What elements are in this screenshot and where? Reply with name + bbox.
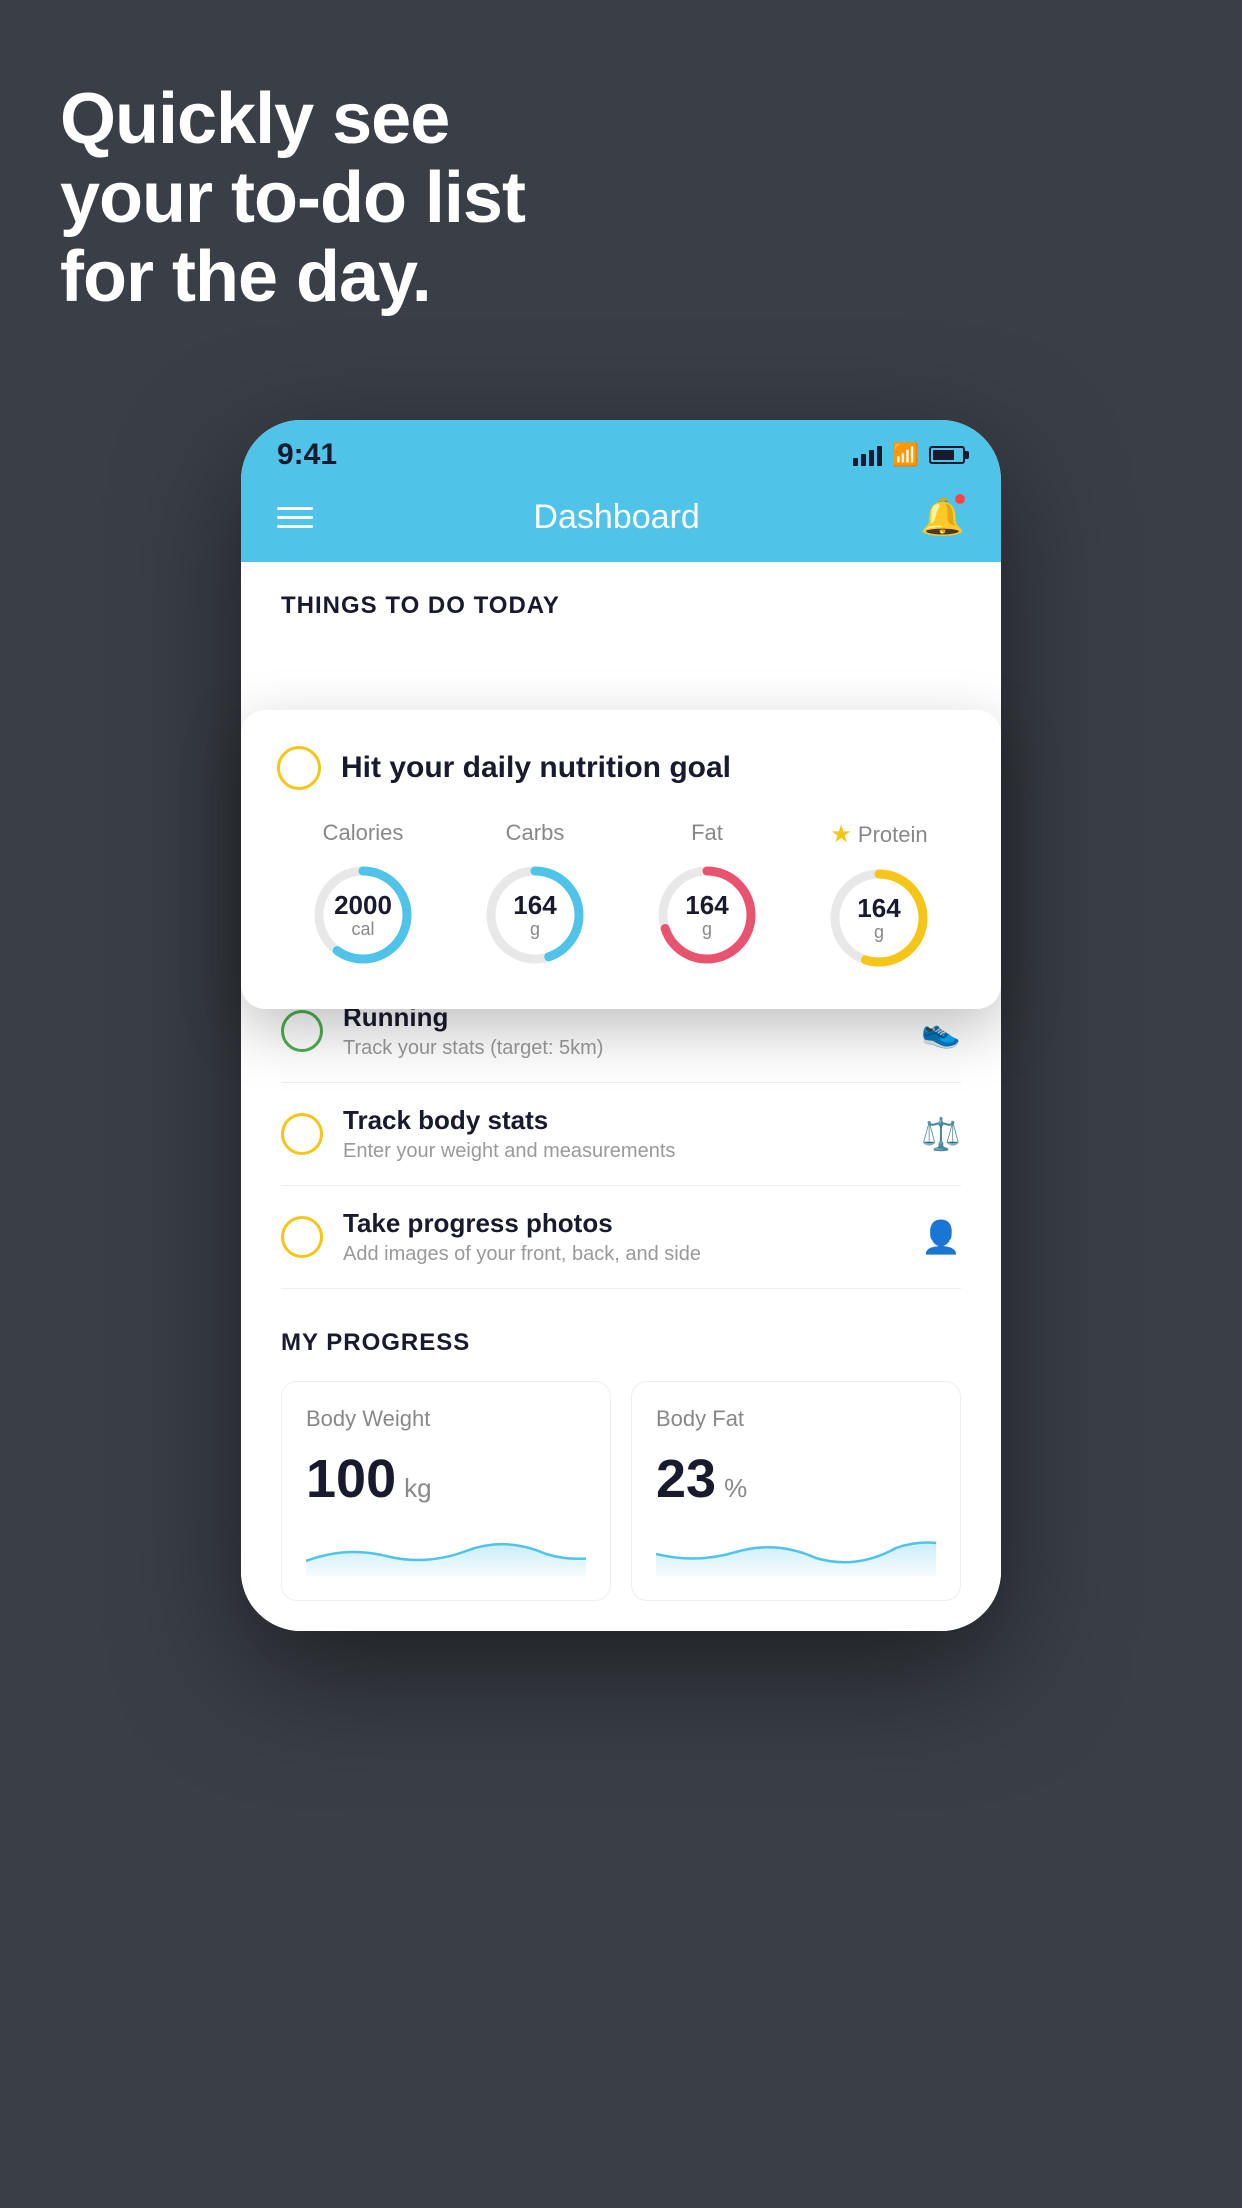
hero-text: Quickly see your to-do list for the day. <box>60 80 525 318</box>
fat-donut: 164 g <box>652 860 762 970</box>
hero-line3: for the day. <box>60 238 525 317</box>
body-weight-value-row: 100 kg <box>306 1448 586 1510</box>
protein-donut: 164 g <box>824 863 934 973</box>
todo-text-photos: Take progress photos Add images of your … <box>343 1208 901 1266</box>
todo-text-running: Running Track your stats (target: 5km) <box>343 1002 901 1060</box>
todo-subtitle-running: Track your stats (target: 5km) <box>343 1037 901 1060</box>
progress-cards: Body Weight 100 kg <box>281 1381 961 1601</box>
todo-list: Running Track your stats (target: 5km) 👟… <box>241 980 1001 1289</box>
carbs-value-label: 164 g <box>513 891 556 939</box>
card-title-row: Hit your daily nutrition goal <box>277 746 965 790</box>
body-fat-label: Body Fat <box>656 1406 936 1432</box>
body-weight-unit: kg <box>404 1473 431 1504</box>
progress-heading: MY PROGRESS <box>281 1329 961 1357</box>
carbs-donut: 164 g <box>480 860 590 970</box>
app-header: Dashboard 🔔 <box>241 482 1001 562</box>
calories-donut: 2000 cal <box>308 860 418 970</box>
fat-value-label: 164 g <box>685 891 728 939</box>
todo-circle-body <box>281 1113 323 1155</box>
nutrition-circles: Calories 2000 cal Carbs <box>277 820 965 973</box>
nutrition-card: Hit your daily nutrition goal Calories 2… <box>241 710 1001 1009</box>
nutrition-card-title: Hit your daily nutrition goal <box>341 751 731 785</box>
todo-circle-running <box>281 1010 323 1052</box>
nutrition-check-circle <box>277 746 321 790</box>
protein-value-label: 164 g <box>857 894 900 942</box>
menu-button[interactable] <box>277 507 313 528</box>
protein-label-row: ★ Protein <box>830 820 927 849</box>
body-fat-value-row: 23 % <box>656 1448 936 1510</box>
things-todo-heading: THINGS TO DO TODAY <box>241 562 1001 640</box>
todo-title-photos: Take progress photos <box>343 1208 901 1239</box>
calories-value-label: 2000 cal <box>334 891 392 939</box>
todo-subtitle-photos: Add images of your front, back, and side <box>343 1243 901 1266</box>
protein-label: Protein <box>858 822 928 848</box>
list-item[interactable]: Take progress photos Add images of your … <box>281 1186 961 1289</box>
calories-label: Calories <box>323 820 404 846</box>
phone-mockup: 9:41 📶 Dashboard 🔔 THINGS TO DO TOD <box>241 420 1001 1631</box>
progress-section: MY PROGRESS Body Weight 100 kg <box>241 1289 1001 1631</box>
status-icons: 📶 <box>853 442 965 468</box>
fat-col: Fat 164 g <box>652 820 762 970</box>
notification-badge <box>953 492 967 506</box>
status-bar: 9:41 📶 <box>241 420 1001 482</box>
battery-icon <box>929 446 965 464</box>
star-icon: ★ <box>830 820 852 849</box>
person-icon: 👤 <box>921 1218 961 1256</box>
todo-text-body: Track body stats Enter your weight and m… <box>343 1105 901 1163</box>
body-fat-value: 23 <box>656 1448 716 1510</box>
hero-line1: Quickly see <box>60 80 525 159</box>
todo-title-body: Track body stats <box>343 1105 901 1136</box>
signal-icon <box>853 444 882 466</box>
body-fat-card: Body Fat 23 % <box>631 1381 961 1601</box>
protein-col: ★ Protein 164 g <box>824 820 934 973</box>
todo-circle-photos <box>281 1216 323 1258</box>
fat-label: Fat <box>691 820 723 846</box>
wifi-icon: 📶 <box>892 442 919 468</box>
shoe-icon: 👟 <box>921 1012 961 1050</box>
scale-icon: ⚖️ <box>921 1115 961 1153</box>
body-weight-label: Body Weight <box>306 1406 586 1432</box>
carbs-label: Carbs <box>506 820 565 846</box>
notifications-button[interactable]: 🔔 <box>920 496 965 538</box>
list-item[interactable]: Track body stats Enter your weight and m… <box>281 1083 961 1186</box>
header-title: Dashboard <box>533 498 699 537</box>
calories-col: Calories 2000 cal <box>308 820 418 970</box>
hero-line2: your to-do list <box>60 159 525 238</box>
todo-subtitle-body: Enter your weight and measurements <box>343 1140 901 1163</box>
status-time: 9:41 <box>277 438 337 472</box>
body-weight-chart <box>306 1526 586 1576</box>
body-weight-card: Body Weight 100 kg <box>281 1381 611 1601</box>
body-fat-unit: % <box>724 1473 747 1504</box>
body-fat-chart <box>656 1526 936 1576</box>
carbs-col: Carbs 164 g <box>480 820 590 970</box>
body-weight-value: 100 <box>306 1448 396 1510</box>
